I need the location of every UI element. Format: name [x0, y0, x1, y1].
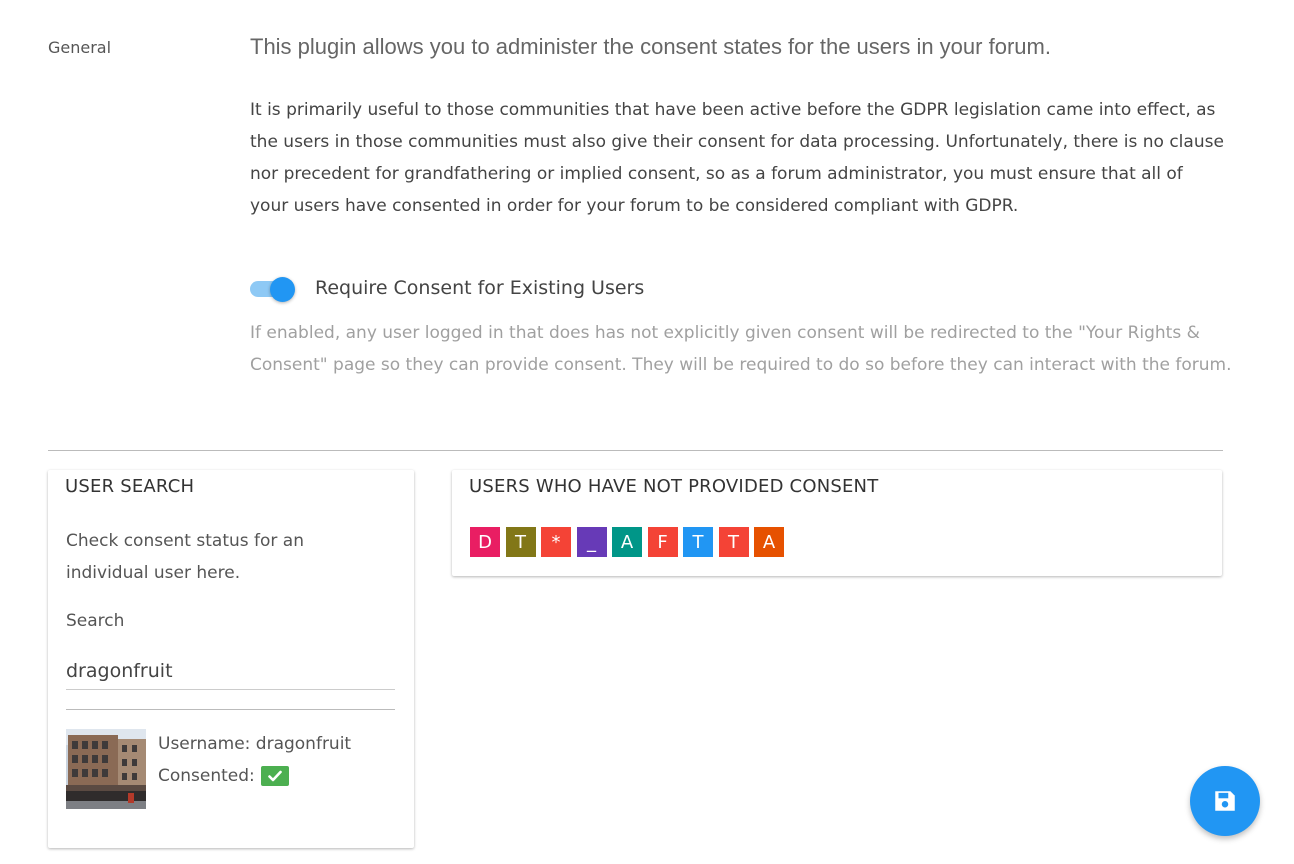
user-avatar[interactable]: T: [505, 527, 536, 557]
result-username: Username: dragonfruit: [158, 734, 352, 754]
section-divider: [48, 450, 1223, 451]
consented-label: Consented:: [158, 766, 255, 786]
floppy-disk-icon: [1215, 791, 1235, 811]
user-avatar[interactable]: D: [470, 527, 500, 557]
user-search-title: USER SEARCH: [65, 476, 195, 497]
require-consent-label[interactable]: Require Consent for Existing Users: [315, 277, 644, 299]
user-avatar[interactable]: F: [647, 527, 678, 557]
user-search-input[interactable]: [66, 653, 395, 690]
user-search-description: Check consent status for an individual u…: [66, 531, 304, 583]
user-avatar[interactable]: A: [754, 527, 784, 557]
require-consent-help: If enabled, any user logged in that does…: [250, 323, 1232, 375]
user-search-card: USER SEARCH Check consent status for an …: [48, 470, 414, 848]
save-button[interactable]: [1190, 766, 1260, 836]
no-consent-title: USERS WHO HAVE NOT PROVIDED CONSENT: [469, 476, 879, 497]
result-consent-status: Consented:: [158, 766, 289, 786]
check-icon: [267, 770, 282, 782]
plugin-description: It is primarily useful to those communit…: [250, 100, 1224, 216]
user-avatar[interactable]: _: [576, 527, 607, 557]
require-consent-toggle[interactable]: [250, 275, 296, 302]
no-consent-avatar-list: D T * _ A F T T A: [470, 527, 790, 557]
toggle-thumb: [270, 277, 295, 302]
plugin-headline: This plugin allows you to administer the…: [250, 34, 1051, 59]
user-avatar[interactable]: A: [612, 527, 642, 557]
require-consent-setting: Require Consent for Existing Users: [250, 272, 644, 304]
general-section-label: General: [48, 38, 112, 57]
no-consent-users-card: USERS WHO HAVE NOT PROVIDED CONSENT D T …: [452, 470, 1222, 576]
result-divider: [66, 709, 395, 710]
consented-badge: [260, 766, 289, 786]
user-avatar[interactable]: T: [718, 527, 749, 557]
user-avatar[interactable]: T: [683, 527, 713, 557]
building-photo-icon: [66, 729, 146, 809]
user-avatar-photo: [66, 729, 146, 809]
user-avatar[interactable]: *: [541, 527, 571, 557]
search-field-label: Search: [66, 611, 125, 631]
